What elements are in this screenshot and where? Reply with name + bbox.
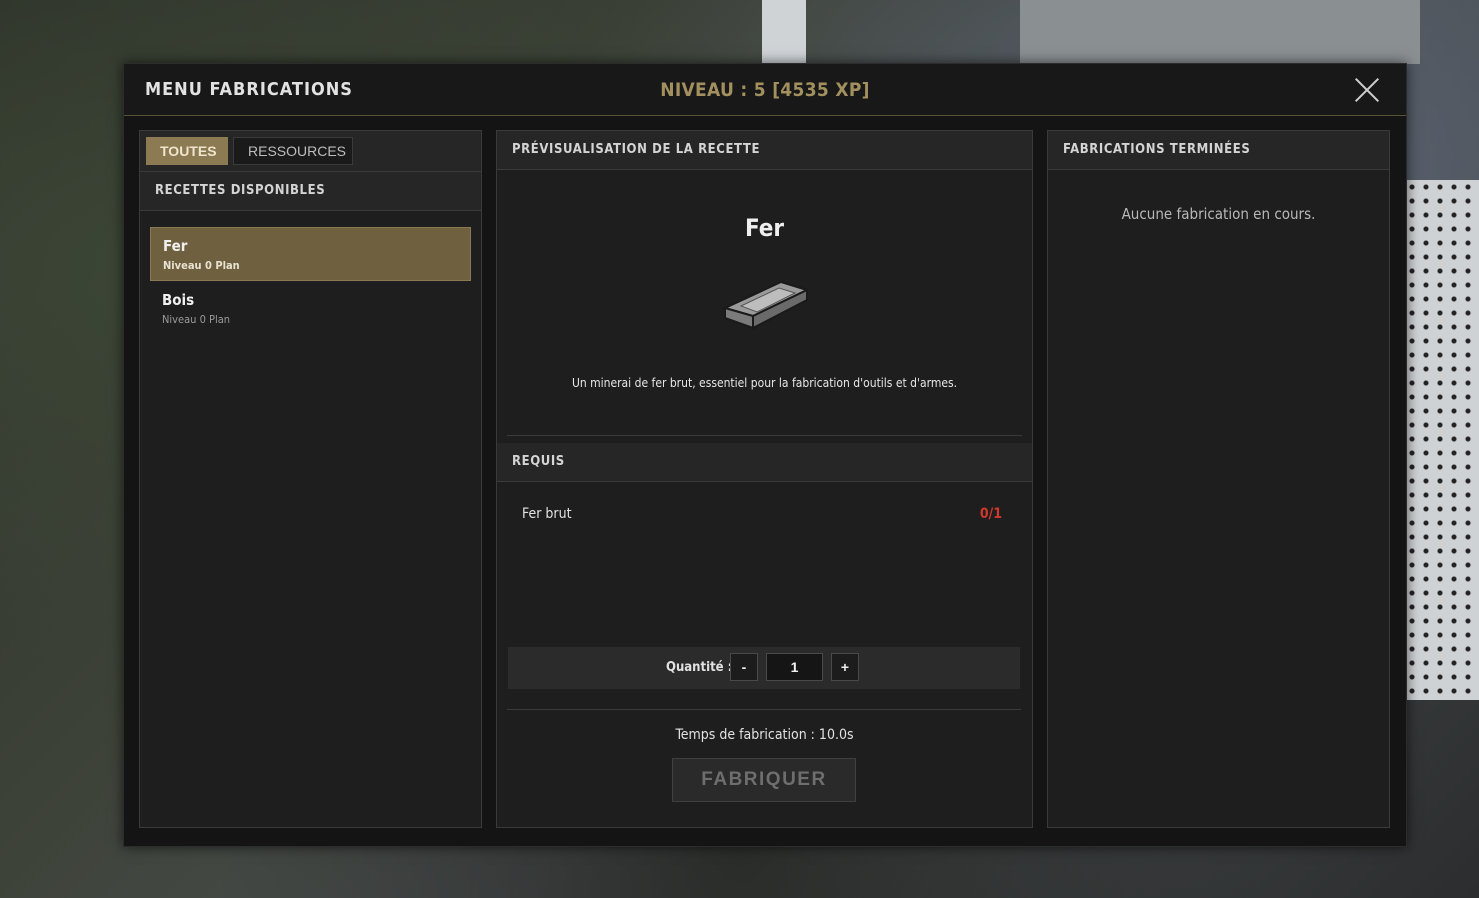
recipe-list: Fer Niveau 0 Plan Bois Niveau 0 Plan: [140, 211, 481, 336]
completed-crafts-panel: FABRICATIONS TERMINÉES Aucune fabricatio…: [1047, 130, 1390, 828]
recipes-panel: TOUTES RESSOURCES RECETTES DISPONIBLES F…: [139, 130, 482, 828]
requirement-name: Fer brut: [522, 506, 572, 522]
crafting-window: MENU FABRICATIONS NIVEAU : 5 [4535 XP] T…: [123, 63, 1407, 847]
background-scene: [1020, 0, 1420, 64]
completed-heading: FABRICATIONS TERMINÉES: [1048, 131, 1389, 170]
recipe-item-bois[interactable]: Bois Niveau 0 Plan: [150, 282, 471, 336]
craft-time: Temps de fabrication : 10.0s: [675, 727, 854, 743]
divider: [507, 709, 1021, 710]
craft-button[interactable]: FABRIQUER: [672, 758, 856, 802]
recipe-preview-panel: PRÉVISUALISATION DE LA RECETTE Fer Un mi…: [496, 130, 1033, 828]
recipes-heading: RECETTES DISPONIBLES: [140, 172, 481, 211]
item-name: Fer: [744, 214, 785, 242]
quantity-stepper: Quantité : - +: [508, 647, 1020, 689]
background-scene: [762, 0, 806, 70]
recipe-level: Niveau 0 Plan: [163, 259, 240, 272]
requirement-row: Fer brut 0/1: [522, 482, 1002, 544]
window-header: MENU FABRICATIONS NIVEAU : 5 [4535 XP]: [124, 64, 1406, 116]
requirements-heading: REQUIS: [497, 443, 1032, 482]
tab-ressources[interactable]: RESSOURCES: [233, 137, 353, 165]
recipe-level: Niveau 0 Plan: [162, 313, 231, 326]
item-description: Un minerai de fer brut, essentiel pour l…: [571, 376, 958, 390]
player-level: NIVEAU : 5 [4535 XP]: [660, 79, 870, 101]
quantity-label: Quantité :: [666, 660, 733, 675]
background-scene: [1405, 180, 1479, 700]
tab-toutes[interactable]: TOUTES: [146, 137, 228, 165]
recipe-name: Bois: [162, 291, 195, 309]
quantity-decrease-button[interactable]: -: [730, 653, 758, 681]
category-tabs: TOUTES RESSOURCES: [140, 131, 481, 172]
empty-message: Aucune fabrication en cours.: [1121, 205, 1316, 223]
requirement-count: 0/1: [979, 506, 1002, 522]
quantity-increase-button[interactable]: +: [831, 653, 859, 681]
iron-ingot-icon: [722, 280, 810, 330]
preview-heading: PRÉVISUALISATION DE LA RECETTE: [497, 131, 1032, 170]
item-preview: Fer Un minerai de fer brut, essentiel po…: [507, 170, 1022, 436]
recipe-item-fer[interactable]: Fer Niveau 0 Plan: [150, 227, 471, 281]
quantity-input[interactable]: [766, 653, 823, 681]
close-icon[interactable]: [1354, 77, 1380, 103]
recipe-name: Fer: [163, 237, 188, 255]
